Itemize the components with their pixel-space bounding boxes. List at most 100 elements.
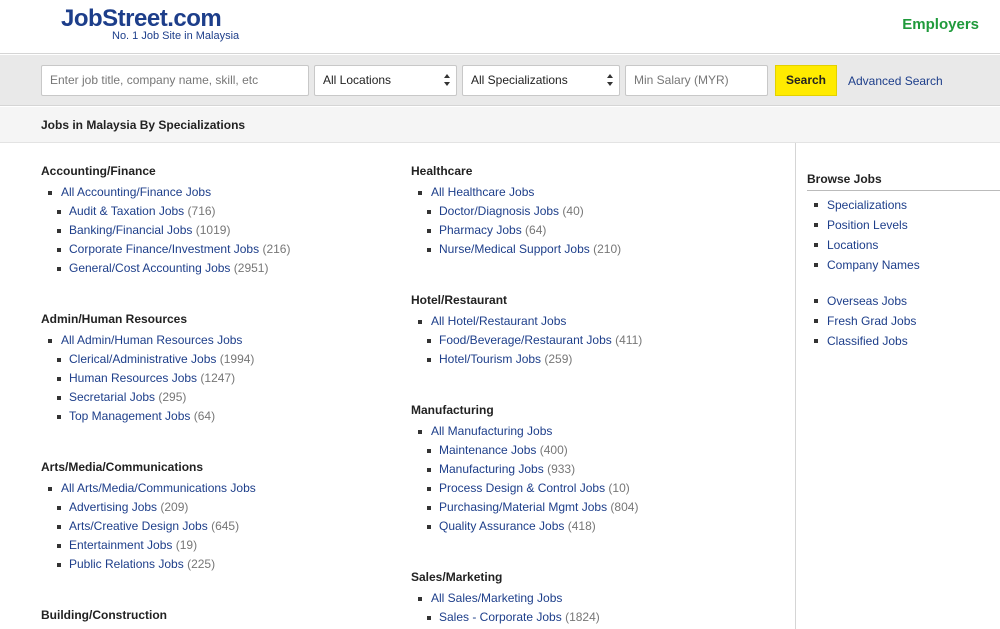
list-item: All Admin/Human Resources Jobs	[41, 331, 401, 350]
specialization-select[interactable]: All Specializations	[462, 65, 620, 96]
all-jobs-link[interactable]: All Healthcare Jobs	[431, 185, 534, 199]
job-count: (19)	[175, 538, 198, 552]
job-link[interactable]: Process Design & Control Jobs	[439, 481, 605, 495]
job-link[interactable]: Audit & Taxation Jobs	[69, 204, 184, 218]
list-item: All Arts/Media/Communications Jobs	[41, 479, 401, 498]
top-header: JobStreet.com No. 1 Job Site in Malaysia…	[0, 0, 1000, 54]
sidebar-item-specializations: Specializations	[807, 195, 907, 215]
logo-text: JobStreet.com	[61, 5, 222, 32]
sidebar-item-classified-jobs: Classified Jobs	[807, 331, 908, 351]
job-link[interactable]: Arts/Creative Design Jobs	[69, 519, 208, 533]
group-links: All Sales/Marketing Jobs Sales - Corpora…	[411, 589, 771, 627]
sidebar-link[interactable]: Fresh Grad Jobs	[827, 314, 916, 328]
job-count: (225)	[187, 557, 216, 571]
group-links: All Healthcare Jobs Doctor/Diagnosis Job…	[411, 183, 771, 259]
list-item: Corporate Finance/Investment Jobs (216)	[41, 240, 401, 259]
group-accounting-finance: Accounting/Finance All Accounting/Financ…	[41, 164, 401, 278]
job-link[interactable]: Secretarial Jobs	[69, 390, 155, 404]
select-arrows-icon	[607, 73, 614, 87]
sidebar-item-company-names: Company Names	[807, 255, 920, 275]
job-count: (1247)	[200, 371, 236, 385]
list-item: Food/Beverage/Restaurant Jobs (411)	[411, 331, 771, 350]
job-count: (10)	[608, 481, 630, 495]
jobstreet-logo[interactable]: JobStreet.com No. 1 Job Site in Malaysia	[61, 5, 239, 43]
all-jobs-link[interactable]: All Admin/Human Resources Jobs	[61, 333, 242, 347]
section-title: Jobs in Malaysia By Specializations	[41, 118, 246, 132]
job-link[interactable]: Manufacturing Jobs	[439, 462, 544, 476]
group-links: All Arts/Media/Communications Jobs Adver…	[41, 479, 401, 574]
sidebar-link[interactable]: Classified Jobs	[827, 334, 908, 348]
job-link[interactable]: Banking/Financial Jobs	[69, 223, 192, 237]
group-links: All Manufacturing Jobs Maintenance Jobs …	[411, 422, 771, 536]
section-title-bar: Jobs in Malaysia By Specializations	[0, 107, 1000, 143]
group-title: Sales/Marketing	[411, 570, 503, 584]
job-link[interactable]: Top Management Jobs	[69, 409, 190, 423]
group-links: All Accounting/Finance Jobs Audit & Taxa…	[41, 183, 401, 278]
job-link[interactable]: Maintenance Jobs	[439, 443, 536, 457]
job-count: (2951)	[233, 261, 269, 275]
list-item: Human Resources Jobs (1247)	[41, 369, 401, 388]
list-item: Top Management Jobs (64)	[41, 407, 401, 426]
list-item: All Accounting/Finance Jobs	[41, 183, 401, 202]
job-link[interactable]: Public Relations Jobs	[69, 557, 184, 571]
browse-jobs-sidebar: Browse Jobs Specializations Position Lev…	[795, 143, 1000, 629]
sidebar-link[interactable]: Specializations	[827, 198, 907, 212]
job-count: (40)	[562, 204, 584, 218]
job-link[interactable]: Food/Beverage/Restaurant Jobs	[439, 333, 612, 347]
min-salary-input[interactable]: Min Salary (MYR)	[625, 65, 768, 96]
job-link[interactable]: Doctor/Diagnosis Jobs	[439, 204, 559, 218]
list-item: Arts/Creative Design Jobs (645)	[41, 517, 401, 536]
group-building-construction: Building/Construction	[41, 608, 401, 622]
location-select[interactable]: All Locations	[314, 65, 457, 96]
keyword-search-input[interactable]: Enter job title, company name, skill, et…	[41, 65, 309, 96]
list-item: Purchasing/Material Mgmt Jobs (804)	[411, 498, 771, 517]
all-jobs-link[interactable]: All Manufacturing Jobs	[431, 424, 552, 438]
job-link[interactable]: Pharmacy Jobs	[439, 223, 522, 237]
group-healthcare: Healthcare All Healthcare Jobs Doctor/Di…	[411, 164, 771, 259]
sidebar-link[interactable]: Locations	[827, 238, 878, 252]
job-link[interactable]: Nurse/Medical Support Jobs	[439, 242, 590, 256]
advanced-search-link[interactable]: Advanced Search	[848, 74, 943, 88]
sidebar-item-position-levels: Position Levels	[807, 215, 908, 235]
list-item: Sales - Corporate Jobs (1824)	[411, 608, 771, 627]
all-jobs-link[interactable]: All Accounting/Finance Jobs	[61, 185, 211, 199]
job-count: (1994)	[219, 352, 255, 366]
group-title: Admin/Human Resources	[41, 312, 188, 326]
job-link[interactable]: Hotel/Tourism Jobs	[439, 352, 541, 366]
search-button[interactable]: Search	[775, 65, 837, 96]
list-item: Doctor/Diagnosis Jobs (40)	[411, 202, 771, 221]
group-admin-human-resources: Admin/Human Resources All Admin/Human Re…	[41, 312, 401, 426]
sidebar-item-overseas-jobs: Overseas Jobs	[807, 291, 907, 311]
group-title: Accounting/Finance	[41, 164, 156, 178]
job-link[interactable]: Quality Assurance Jobs	[439, 519, 564, 533]
list-item: All Healthcare Jobs	[411, 183, 771, 202]
job-link[interactable]: Advertising Jobs	[69, 500, 157, 514]
job-count: (295)	[158, 390, 187, 404]
job-count: (209)	[160, 500, 189, 514]
list-item: Advertising Jobs (209)	[41, 498, 401, 517]
employers-link[interactable]: Employers	[902, 16, 979, 33]
sidebar-title: Browse Jobs	[807, 172, 882, 186]
sidebar-link[interactable]: Position Levels	[827, 218, 908, 232]
job-count: (210)	[593, 242, 622, 256]
all-jobs-link[interactable]: All Sales/Marketing Jobs	[431, 591, 562, 605]
all-jobs-link[interactable]: All Hotel/Restaurant Jobs	[431, 314, 566, 328]
group-hotel-restaurant: Hotel/Restaurant All Hotel/Restaurant Jo…	[411, 293, 771, 369]
all-jobs-link[interactable]: All Arts/Media/Communications Jobs	[61, 481, 256, 495]
group-arts-media-communications: Arts/Media/Communications All Arts/Media…	[41, 460, 401, 574]
list-item: Manufacturing Jobs (933)	[411, 460, 771, 479]
job-count: (216)	[262, 242, 291, 256]
group-links: All Hotel/Restaurant Jobs Food/Beverage/…	[411, 312, 771, 369]
sidebar-link[interactable]: Overseas Jobs	[827, 294, 907, 308]
job-link[interactable]: Sales - Corporate Jobs	[439, 610, 562, 624]
job-link[interactable]: Clerical/Administrative Jobs	[69, 352, 216, 366]
job-link[interactable]: Human Resources Jobs	[69, 371, 197, 385]
sidebar-link[interactable]: Company Names	[827, 258, 920, 272]
job-link[interactable]: Purchasing/Material Mgmt Jobs	[439, 500, 607, 514]
job-link[interactable]: Corporate Finance/Investment Jobs	[69, 242, 259, 256]
job-count: (1824)	[565, 610, 600, 624]
list-item: Quality Assurance Jobs (418)	[411, 517, 771, 536]
group-sales-marketing: Sales/Marketing All Sales/Marketing Jobs…	[411, 570, 771, 627]
job-link[interactable]: Entertainment Jobs	[69, 538, 172, 552]
job-link[interactable]: General/Cost Accounting Jobs	[69, 261, 230, 275]
